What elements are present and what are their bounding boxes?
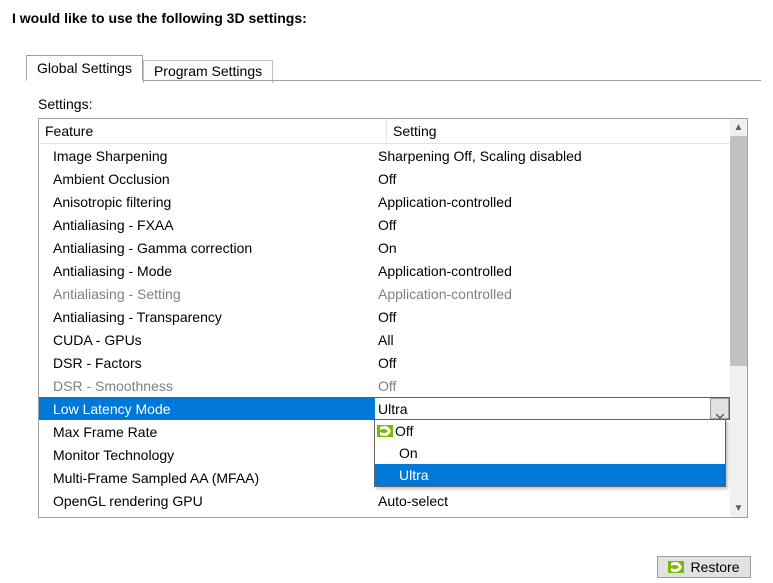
setting-value: Off: [378, 217, 396, 233]
feature-cell: Anisotropic filtering: [39, 190, 374, 213]
scroll-track[interactable]: [730, 136, 747, 500]
table-row[interactable]: DSR - SmoothnessOff: [39, 374, 730, 397]
feature-cell: Max Frame Rate: [39, 420, 374, 443]
restore-button[interactable]: Restore: [657, 556, 751, 578]
setting-cell[interactable]: Ultra: [374, 397, 730, 420]
table-row[interactable]: Anisotropic filteringApplication-control…: [39, 190, 730, 213]
table-row[interactable]: Antialiasing - SettingApplication-contro…: [39, 282, 730, 305]
feature-cell: DSR - Factors: [39, 351, 374, 374]
table-row[interactable]: CUDA - GPUsAll: [39, 328, 730, 351]
setting-value: Application-controlled: [378, 286, 512, 302]
table-row[interactable]: Antialiasing - Gamma correctionOn: [39, 236, 730, 259]
scroll-thumb[interactable]: [730, 136, 747, 366]
feature-cell: Antialiasing - Mode: [39, 259, 374, 282]
setting-cell: Off: [374, 305, 730, 328]
dropdown-option[interactable]: Ultra: [375, 464, 725, 486]
feature-cell: Antialiasing - FXAA: [39, 213, 374, 236]
feature-cell: DSR - Smoothness: [39, 374, 374, 397]
tab-global-settings[interactable]: Global Settings: [26, 55, 143, 81]
setting-value: All: [378, 332, 394, 348]
dropdown-option-label: Off: [395, 423, 413, 439]
table-row[interactable]: Antialiasing - ModeApplication-controlle…: [39, 259, 730, 282]
setting-value: Ultra: [378, 401, 408, 417]
setting-value: Application-controlled: [378, 263, 512, 279]
setting-cell: Application-controlled: [374, 282, 730, 305]
setting-value: Auto-select: [378, 493, 448, 509]
settings-label: Settings:: [38, 96, 749, 112]
feature-cell: Image Sharpening: [39, 144, 374, 167]
setting-cell: Application-controlled: [374, 190, 730, 213]
chevron-down-icon: [716, 406, 724, 411]
setting-value: Off: [378, 171, 396, 187]
nvidia-logo-icon: [668, 561, 684, 573]
table-row[interactable]: DSR - FactorsOff: [39, 351, 730, 374]
setting-cell: On: [374, 236, 730, 259]
setting-cell: Sharpening Off, Scaling disabled: [374, 144, 730, 167]
setting-value: Application-controlled: [378, 194, 512, 210]
table-row[interactable]: Image SharpeningSharpening Off, Scaling …: [39, 144, 730, 167]
dropdown-option[interactable]: Off: [375, 420, 725, 442]
restore-label: Restore: [690, 559, 739, 575]
nvidia-logo-icon: [377, 425, 393, 437]
setting-value: Off: [378, 378, 396, 394]
feature-cell: Low Latency Mode: [39, 397, 374, 420]
setting-cell: Auto-select: [374, 489, 730, 512]
chevron-down-icon: ▼: [734, 504, 744, 514]
dropdown-arrow-button[interactable]: [710, 398, 729, 419]
low-latency-dropdown[interactable]: Off On Ultra: [374, 419, 726, 487]
setting-cell: All: [374, 328, 730, 351]
scroll-up-button[interactable]: ▲: [730, 119, 747, 136]
setting-value: Off: [378, 355, 396, 371]
column-header-feature[interactable]: Feature: [39, 119, 387, 143]
setting-cell: Off: [374, 374, 730, 397]
table-row[interactable]: Antialiasing - TransparencyOff: [39, 305, 730, 328]
setting-value: Off: [378, 309, 396, 325]
tab-bar: Global Settings Program Settings: [26, 54, 761, 80]
setting-cell: Off: [374, 351, 730, 374]
setting-value: On: [378, 240, 397, 256]
feature-cell: Multi-Frame Sampled AA (MFAA): [39, 466, 374, 489]
table-row[interactable]: OpenGL rendering GPUAuto-select: [39, 489, 730, 512]
dropdown-option-label: Ultra: [377, 467, 429, 483]
feature-cell: Antialiasing - Gamma correction: [39, 236, 374, 259]
feature-cell: Antialiasing - Transparency: [39, 305, 374, 328]
feature-cell: CUDA - GPUs: [39, 328, 374, 351]
tab-panel: Settings: Feature Setting Image Sharpeni…: [26, 80, 761, 528]
page-heading: I would like to use the following 3D set…: [12, 10, 761, 26]
table-row[interactable]: Antialiasing - FXAAOff: [39, 213, 730, 236]
feature-cell: Antialiasing - Setting: [39, 282, 374, 305]
column-header-setting[interactable]: Setting: [387, 119, 730, 143]
listview-header: Feature Setting: [39, 119, 730, 144]
table-row[interactable]: Low Latency ModeUltra: [39, 397, 730, 420]
setting-cell: Off: [374, 213, 730, 236]
scroll-down-button[interactable]: ▼: [730, 500, 747, 517]
feature-cell: Monitor Technology: [39, 443, 374, 466]
dropdown-option-label: On: [377, 445, 418, 461]
vertical-scrollbar[interactable]: ▲ ▼: [730, 119, 747, 517]
feature-cell: OpenGL rendering GPU: [39, 489, 374, 512]
table-row[interactable]: Ambient OcclusionOff: [39, 167, 730, 190]
setting-cell: Application-controlled: [374, 259, 730, 282]
setting-value: Sharpening Off, Scaling disabled: [378, 148, 582, 164]
setting-cell: Off: [374, 167, 730, 190]
chevron-up-icon: ▲: [734, 123, 744, 133]
feature-cell: Ambient Occlusion: [39, 167, 374, 190]
dropdown-option[interactable]: On: [375, 442, 725, 464]
